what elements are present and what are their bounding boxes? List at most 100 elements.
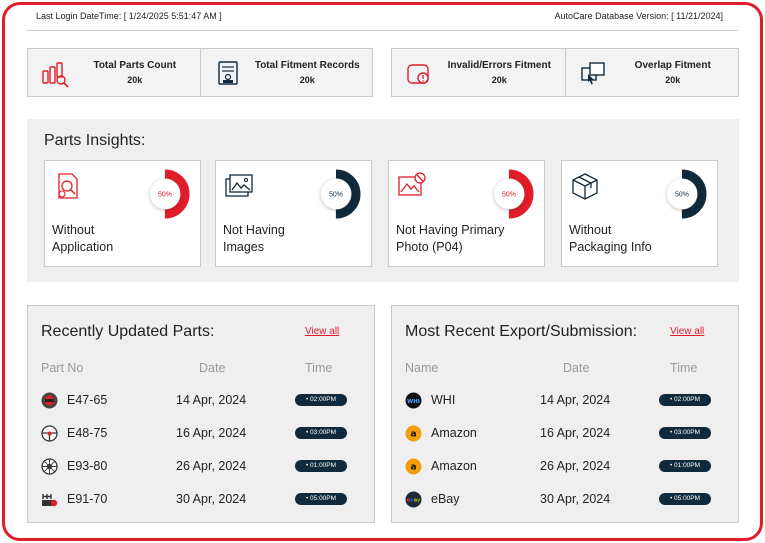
- column-header-time: Time: [670, 361, 698, 375]
- insight-card-no-primary-photo[interactable]: 50% Not Having Primary Photo (P04): [388, 160, 545, 267]
- table-row[interactable]: E91-70 30 Apr, 2024 • 05:00PM: [28, 489, 374, 509]
- last-login-text: Last Login DateTime: [ 1/24/2025 5:51:47…: [36, 11, 222, 21]
- parts-count-icon: [42, 61, 69, 88]
- row-date: 30 Apr, 2024: [540, 492, 611, 506]
- recent-exports-panel: Most Recent Export/Submission: View all …: [391, 305, 739, 523]
- insight-card-without-application[interactable]: 50% Without Application: [44, 160, 201, 267]
- stat-value: 20k: [491, 74, 507, 85]
- fitment-records-icon: [217, 60, 238, 85]
- recent-exports-title: Most Recent Export/Submission:: [405, 323, 638, 340]
- wheel-rim-icon: [41, 458, 58, 475]
- insight-label-line1: Without: [52, 223, 95, 237]
- ebay-logo-icon: ebay: [405, 491, 422, 508]
- row-time-badge: • 02:00PM: [659, 394, 711, 406]
- header-divider: [27, 30, 738, 31]
- donut-percent-label: 50%: [329, 192, 343, 199]
- row-time-badge: • 02:00PM: [295, 394, 347, 406]
- stats-group-fitment: Invalid/Errors Fitment 20k Overlap Fitme…: [391, 48, 739, 97]
- insight-donut-chart: 50%: [140, 169, 190, 219]
- row-name: E91-70: [67, 492, 108, 506]
- row-date: 16 Apr, 2024: [176, 426, 247, 440]
- gear-box-icon: [42, 494, 58, 507]
- table-row[interactable]: E48-75 16 Apr, 2024 • 03:00PM: [28, 423, 374, 443]
- insight-donut-chart: 50%: [311, 169, 361, 219]
- insight-label-line2: Photo (P04): [396, 240, 463, 254]
- no-photo-icon: [398, 172, 426, 196]
- recent-parts-view-all-link[interactable]: View all: [305, 326, 339, 337]
- package-box-icon: [572, 173, 598, 200]
- insight-donut-chart: 50%: [657, 169, 707, 219]
- donut-percent-label: 50%: [158, 192, 172, 199]
- row-name: WHI: [431, 393, 456, 407]
- insight-card-without-packaging[interactable]: 50% Without Packaging Info: [561, 160, 718, 267]
- parts-insights-title: Parts Insights:: [44, 132, 146, 149]
- column-header-date: Date: [563, 361, 590, 375]
- insight-label-line1: Not Having Primary: [396, 223, 505, 237]
- insight-card-not-having-images[interactable]: 50% Not Having Images: [215, 160, 372, 267]
- table-row[interactable]: WHI WHI 14 Apr, 2024 • 02:00PM: [392, 390, 738, 410]
- svg-text:ebay: ebay: [407, 498, 421, 504]
- row-name: Amazon: [431, 459, 477, 473]
- row-time-badge: • 05:00PM: [659, 493, 711, 505]
- stat-label: Total Parts Count: [93, 59, 177, 71]
- row-name: E93-80: [67, 459, 108, 473]
- row-name: eBay: [431, 492, 460, 506]
- stat-label: Total Fitment Records: [254, 59, 360, 71]
- row-time-badge: • 01:00PM: [295, 460, 347, 472]
- stat-value: 20k: [665, 74, 681, 85]
- row-name: E48-75: [67, 426, 108, 440]
- svg-text:a: a: [410, 463, 416, 473]
- row-date: 26 Apr, 2024: [176, 459, 247, 473]
- table-row[interactable]: E93-80 26 Apr, 2024 • 01:00PM: [28, 456, 374, 476]
- row-time-badge: • 03:00PM: [659, 427, 711, 439]
- stat-invalid-fitment[interactable]: Invalid/Errors Fitment 20k: [392, 49, 565, 96]
- column-header-name: Name: [405, 361, 439, 375]
- stat-value: 20k: [127, 74, 143, 85]
- insight-donut-chart: 50%: [484, 169, 534, 219]
- stat-value: 20k: [299, 74, 315, 85]
- recent-parts-title: Recently Updated Parts:: [41, 323, 215, 340]
- stat-total-fitment[interactable]: Total Fitment Records 20k: [199, 49, 373, 96]
- whi-logo-icon: WHI: [405, 392, 422, 409]
- insight-label-line2: Packaging Info: [569, 240, 652, 254]
- stat-label: Overlap Fitment: [634, 59, 711, 71]
- table-row[interactable]: a Amazon 26 Apr, 2024 • 01:00PM: [392, 456, 738, 476]
- column-header-date: Date: [199, 361, 226, 375]
- stats-group-records: Total Parts Count 20k Total Fitment Reco…: [27, 48, 373, 97]
- donut-percent-label: 50%: [502, 192, 516, 199]
- insight-label-line2: Application: [52, 240, 114, 254]
- insight-label-line2: Images: [223, 240, 264, 254]
- stat-total-parts[interactable]: Total Parts Count 20k: [28, 49, 200, 96]
- column-header-time: Time: [305, 361, 333, 375]
- column-header-part-no: Part No: [41, 361, 84, 375]
- recent-parts-panel: Recently Updated Parts: View all Part No…: [27, 305, 375, 523]
- table-row[interactable]: a Amazon 16 Apr, 2024 • 03:00PM: [392, 423, 738, 443]
- stat-overlap-fitment[interactable]: Overlap Fitment 20k: [564, 49, 739, 96]
- overlap-fitment-icon: [580, 61, 605, 84]
- insight-label-line1: Not Having: [223, 223, 285, 237]
- document-search-icon: [58, 173, 78, 199]
- row-date: 14 Apr, 2024: [540, 393, 611, 407]
- recent-exports-view-all-link[interactable]: View all: [670, 326, 704, 337]
- brake-part-icon: [41, 392, 58, 409]
- row-date: 26 Apr, 2024: [540, 459, 611, 473]
- parts-insights-section: Parts Insights: 50% Without Application …: [27, 119, 739, 282]
- table-row[interactable]: E47-65 14 Apr, 2024 • 02:00PM: [28, 390, 374, 410]
- donut-percent-label: 50%: [675, 192, 689, 199]
- row-date: 14 Apr, 2024: [176, 393, 247, 407]
- row-time-badge: • 05:00PM: [295, 493, 347, 505]
- error-fitment-icon: [407, 63, 429, 84]
- row-date: 30 Apr, 2024: [176, 492, 247, 506]
- header-bar: Last Login DateTime: [ 1/24/2025 5:51:47…: [36, 11, 723, 25]
- images-icon: [225, 174, 253, 197]
- svg-text:a: a: [410, 430, 416, 440]
- db-version-text: AutoCare Database Version: [ 11/21/2024]: [554, 11, 723, 21]
- amazon-logo-icon: a: [405, 425, 422, 442]
- row-date: 16 Apr, 2024: [540, 426, 611, 440]
- insight-label-line1: Without: [569, 223, 612, 237]
- stat-label: Invalid/Errors Fitment: [447, 59, 551, 71]
- amazon-logo-icon: a: [405, 458, 422, 475]
- row-time-badge: • 03:00PM: [295, 427, 347, 439]
- table-row[interactable]: ebay eBay 30 Apr, 2024 • 05:00PM: [392, 489, 738, 509]
- steering-wheel-icon: [41, 425, 58, 442]
